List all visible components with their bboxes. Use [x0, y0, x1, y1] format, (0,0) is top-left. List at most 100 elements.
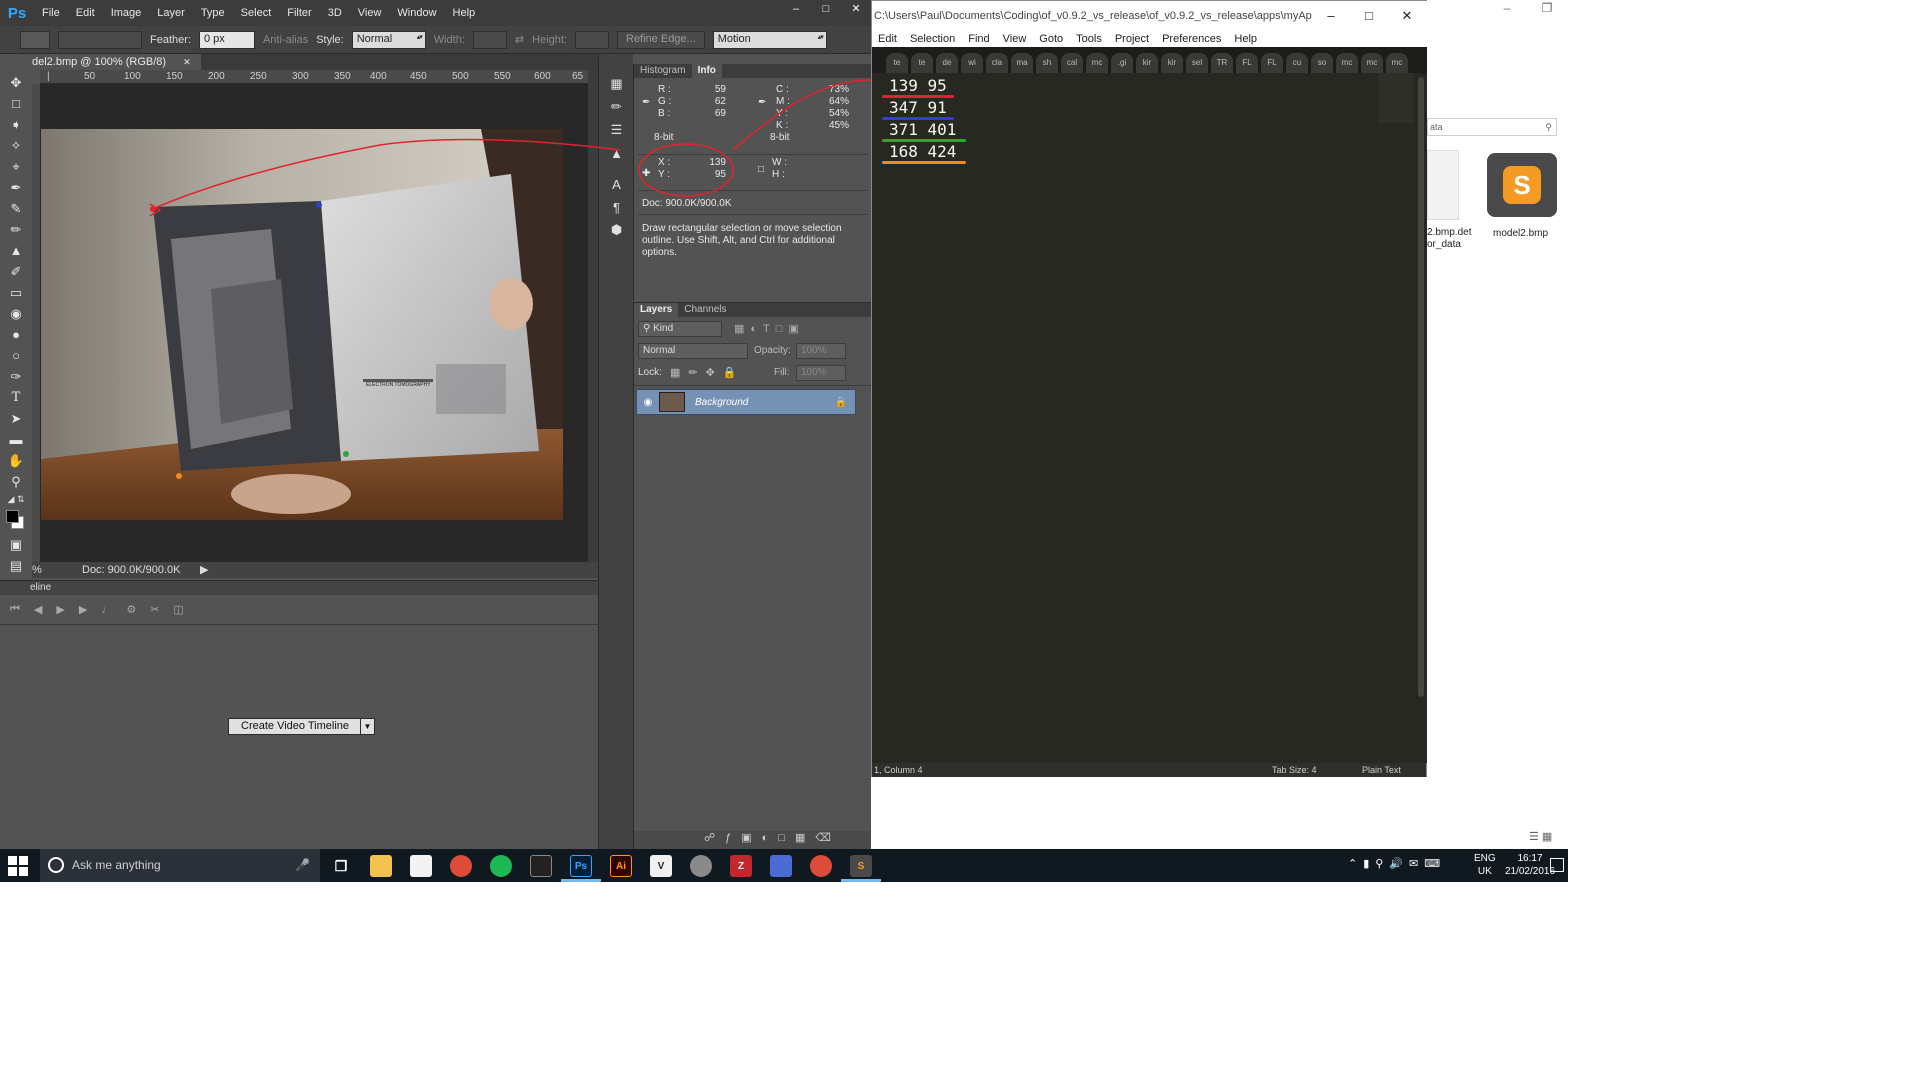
- path-select-icon[interactable]: ➤: [0, 408, 32, 429]
- menu-view[interactable]: View: [1003, 31, 1027, 47]
- menu-selection[interactable]: Selection: [910, 31, 955, 47]
- menu-project[interactable]: Project: [1115, 31, 1149, 47]
- layer-kind-filter[interactable]: ⚲ Kind: [638, 321, 722, 337]
- syntax-mode[interactable]: Plain Text: [1362, 763, 1401, 777]
- file-tab[interactable]: mc: [1086, 53, 1108, 73]
- history-panel-icon[interactable]: ▦: [599, 73, 634, 95]
- file-tab[interactable]: sh: [1036, 53, 1058, 73]
- dodge-tool-icon[interactable]: ○: [0, 345, 32, 366]
- chrome-icon[interactable]: [450, 855, 472, 877]
- menu-help[interactable]: Help: [445, 0, 484, 26]
- blur-tool-icon[interactable]: ●: [0, 324, 32, 345]
- zoom-level[interactable]: %: [32, 562, 42, 578]
- file-tab[interactable]: TR: [1211, 53, 1233, 73]
- file-tab[interactable]: cal: [1061, 53, 1083, 73]
- file-tab[interactable]: te: [911, 53, 933, 73]
- editor-scrollbar[interactable]: [1418, 77, 1424, 697]
- refine-edge-button[interactable]: Refine Edge...: [617, 30, 705, 49]
- chevron-down-icon[interactable]: ▼: [360, 718, 375, 735]
- first-frame-icon[interactable]: ⏮: [10, 603, 20, 616]
- document-canvas[interactable]: ELECTRON TOMOGRAPHY: [40, 84, 588, 562]
- sublime-taskbar-icon[interactable]: S: [850, 855, 872, 877]
- restore-icon[interactable]: ❐: [1527, 0, 1567, 16]
- spotify-icon[interactable]: [490, 855, 512, 877]
- antialias-checkbox[interactable]: Anti-alias: [263, 34, 308, 46]
- file-tab[interactable]: FL: [1261, 53, 1283, 73]
- adjustments-panel-icon[interactable]: ☰: [599, 119, 634, 141]
- chrome-2-icon[interactable]: [810, 855, 832, 877]
- menu-file[interactable]: File: [34, 0, 68, 26]
- document-tab[interactable]: del2.bmp @ 100% (RGB/8) ✕: [32, 54, 201, 70]
- prev-frame-icon[interactable]: ◀: [34, 603, 42, 616]
- stamp-tool-icon[interactable]: ▲: [0, 240, 32, 261]
- opacity-input[interactable]: 100%: [796, 343, 846, 359]
- height-input[interactable]: [575, 30, 609, 49]
- layer-filter-icons[interactable]: ▦◐T□▣: [734, 322, 805, 335]
- file-tab[interactable]: FL: [1236, 53, 1258, 73]
- play-icon[interactable]: ▶: [56, 603, 64, 616]
- quick-mask-icon[interactable]: ▣: [0, 534, 32, 555]
- move-tool-icon[interactable]: ✥: [0, 72, 32, 93]
- minimize-icon[interactable]: –: [781, 0, 811, 18]
- clone-source-icon[interactable]: ▲: [599, 142, 634, 164]
- system-tray-icons[interactable]: ⌃▮⚲🔊✉⌨: [1348, 857, 1446, 870]
- file-tab[interactable]: mc: [1386, 53, 1408, 73]
- next-frame-icon[interactable]: ▶: [79, 603, 87, 616]
- menu-tools[interactable]: Tools: [1076, 31, 1102, 47]
- paragraph-panel-icon[interactable]: ¶: [599, 196, 634, 218]
- file-tab[interactable]: mc: [1361, 53, 1383, 73]
- hand-tool-icon[interactable]: ✋: [0, 450, 32, 471]
- app-icon[interactable]: [690, 855, 712, 877]
- view-toggle-icons[interactable]: ☰ ▦: [1529, 830, 1552, 843]
- lock-icons[interactable]: ▦✏✥🔒: [670, 366, 745, 379]
- close-icon[interactable]: ✕: [841, 0, 871, 18]
- style-select[interactable]: Normal: [351, 30, 426, 49]
- paint-bucket-icon[interactable]: ◉: [0, 303, 32, 324]
- file-tab[interactable]: kir: [1161, 53, 1183, 73]
- task-view-icon[interactable]: ❐: [330, 855, 352, 877]
- filezilla-icon[interactable]: Z: [730, 855, 752, 877]
- shape-tool-icon[interactable]: ▬: [0, 429, 32, 450]
- document-icon[interactable]: [410, 855, 432, 877]
- close-tab-icon[interactable]: ✕: [183, 57, 191, 67]
- microphone-icon[interactable]: 🎤: [295, 849, 310, 882]
- explorer-search-input[interactable]: ata ⚲: [1427, 118, 1557, 136]
- eye-icon[interactable]: ◉: [637, 397, 659, 408]
- maximize-icon[interactable]: □: [811, 0, 841, 18]
- illustrator-icon[interactable]: Ai: [610, 855, 632, 877]
- character-panel-icon[interactable]: A: [599, 173, 634, 195]
- vnc-icon[interactable]: V: [650, 855, 672, 877]
- file-tab[interactable]: sel: [1186, 53, 1208, 73]
- transition-icon[interactable]: ◫: [173, 603, 183, 616]
- file-tab[interactable]: wi: [961, 53, 983, 73]
- file-tab[interactable]: .gi: [1111, 53, 1133, 73]
- feather-input[interactable]: 0 px: [198, 30, 255, 49]
- marquee-tool-icon[interactable]: □: [0, 93, 32, 114]
- pen-tool-icon[interactable]: ✑: [0, 366, 32, 387]
- file-tab[interactable]: cla: [986, 53, 1008, 73]
- crop-tool-icon[interactable]: ⌖: [0, 156, 32, 177]
- minimize-icon[interactable]: –: [1312, 1, 1350, 31]
- file-icon-detector-data[interactable]: [1427, 150, 1459, 220]
- file-tab[interactable]: te: [886, 53, 908, 73]
- screen-mode-icon[interactable]: ▤: [0, 555, 32, 576]
- terminal-icon[interactable]: [530, 855, 552, 877]
- blend-mode-select[interactable]: Normal: [638, 343, 748, 359]
- minimize-icon[interactable]: –: [1487, 0, 1527, 16]
- status-menu-arrow-icon[interactable]: ▶: [200, 562, 208, 578]
- settings-icon[interactable]: ⚙: [126, 603, 136, 616]
- eraser-tool-icon[interactable]: ▭: [0, 282, 32, 303]
- menu-edit[interactable]: Edit: [68, 0, 103, 26]
- close-icon[interactable]: ✕: [1388, 1, 1426, 31]
- swap-icon[interactable]: ⇄: [515, 33, 524, 46]
- menu-layer[interactable]: Layer: [149, 0, 193, 26]
- file-explorer-icon[interactable]: [370, 855, 392, 877]
- healing-brush-icon[interactable]: ✎: [0, 198, 32, 219]
- file-tab[interactable]: kir: [1136, 53, 1158, 73]
- color-swatches[interactable]: [0, 506, 32, 534]
- eyedropper-tool-icon[interactable]: ✒: [0, 177, 32, 198]
- history-brush-icon[interactable]: ✐: [0, 261, 32, 282]
- tab-histogram[interactable]: Histogram: [634, 64, 692, 78]
- tab-info[interactable]: Info: [691, 64, 722, 78]
- maximize-icon[interactable]: □: [1350, 1, 1388, 31]
